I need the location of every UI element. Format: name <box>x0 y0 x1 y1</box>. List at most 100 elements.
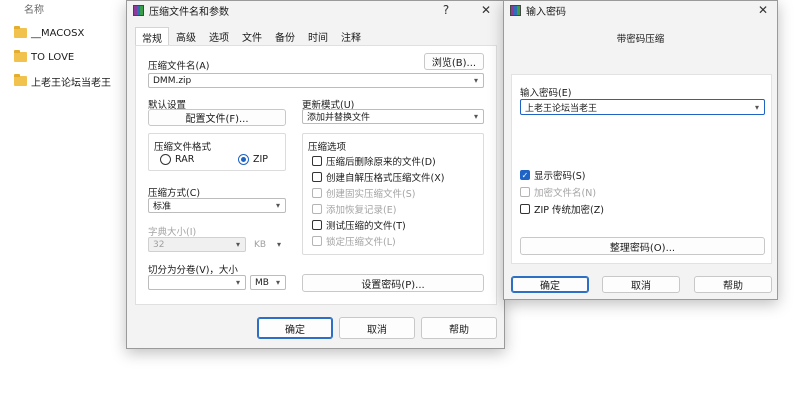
chevron-down-icon[interactable]: ▾ <box>231 278 245 287</box>
cancel-button[interactable]: 取消 <box>339 317 415 339</box>
name-column-header[interactable]: 名称 <box>24 1 44 16</box>
dialog-title: 输入密码 <box>526 6 566 18</box>
item-name: __MACOSX <box>31 27 85 39</box>
zip-legacy-checkbox[interactable]: ZIP 传统加密(Z) <box>520 202 604 216</box>
check-icon: ✓ <box>520 170 530 180</box>
split-label: 切分为分卷(V)，大小 <box>148 265 238 276</box>
ok-button[interactable]: 确定 <box>257 317 333 339</box>
option-label: 压缩后删除原来的文件(D) <box>326 157 436 168</box>
chevron-down-icon[interactable]: ▾ <box>469 76 483 85</box>
help-button[interactable]: 帮助 <box>694 276 772 293</box>
encrypt-names-label: 加密文件名(N) <box>534 188 597 199</box>
title-bar[interactable]: 压缩文件名和参数 ? ✕ <box>127 1 504 19</box>
help-button[interactable]: 帮助 <box>421 317 497 339</box>
format-rar-label: RAR <box>175 154 195 165</box>
winrar-icon <box>510 4 521 16</box>
list-item[interactable]: 上老王论坛当老王 <box>14 73 111 89</box>
option-delete-after[interactable]: 压缩后删除原来的文件(D) <box>312 154 436 168</box>
folder-icon <box>14 26 27 38</box>
enter-password-label: 输入密码(E) <box>520 88 572 99</box>
option-sfx[interactable]: 创建自解压格式压缩文件(X) <box>312 170 444 184</box>
chevron-down-icon[interactable]: ▾ <box>750 103 764 112</box>
chevron-down-icon[interactable]: ▾ <box>271 201 285 210</box>
checkbox-indicator <box>520 187 530 197</box>
checkbox-indicator <box>312 220 322 230</box>
split-unit-value: MB <box>255 277 269 288</box>
archive-name-value: DMM.zip <box>153 75 192 86</box>
show-password-checkbox[interactable]: ✓ 显示密码(S) <box>520 168 585 182</box>
chevron-down-icon[interactable]: ▾ <box>272 240 286 249</box>
archive-dialog: 压缩文件名和参数 ? ✕ 常规 高级 选项 文件 备份 时间 注释 压缩文件名(… <box>126 0 505 349</box>
list-item[interactable]: TO LOVE <box>14 49 74 65</box>
update-mode-select[interactable]: 添加并替换文件 ▾ <box>302 109 484 124</box>
checkbox-indicator <box>312 188 322 198</box>
password-value: 上老王论坛当老王 <box>525 103 598 114</box>
chevron-down-icon[interactable]: ▾ <box>271 278 285 287</box>
option-solid[interactable]: 创建固实压缩文件(S) <box>312 186 415 200</box>
split-unit-select[interactable]: MB ▾ <box>250 275 286 290</box>
cancel-button[interactable]: 取消 <box>602 276 680 293</box>
general-panel: 压缩文件名(A) 浏览(B)... DMM.zip ▾ 默认设置 配置文件(F)… <box>135 45 497 305</box>
password-input[interactable]: 上老王论坛当老王 ▾ <box>520 99 765 115</box>
tab-files[interactable]: 文件 <box>236 27 268 47</box>
dict-size-select[interactable]: 32 ▾ <box>148 237 246 252</box>
set-password-button[interactable]: 设置密码(P)... <box>302 274 484 292</box>
title-bar[interactable]: 输入密码 ✕ <box>504 1 777 19</box>
tab-options[interactable]: 选项 <box>203 27 235 47</box>
item-name: 上老王论坛当老王 <box>31 77 111 89</box>
option-label: 锁定压缩文件(L) <box>326 237 396 248</box>
option-recovery[interactable]: 添加恢复记录(E) <box>312 202 396 216</box>
checkbox-indicator <box>312 156 322 166</box>
close-icon[interactable]: ✕ <box>472 1 500 19</box>
update-mode-value: 添加并替换文件 <box>307 113 371 123</box>
method-value: 标准 <box>153 202 172 212</box>
tab-time[interactable]: 时间 <box>302 27 334 47</box>
encrypt-names-checkbox[interactable]: 加密文件名(N) <box>520 185 596 199</box>
tab-general[interactable]: 常规 <box>135 27 169 47</box>
list-item[interactable]: __MACOSX <box>14 25 84 41</box>
folder-icon <box>14 74 27 86</box>
profiles-button[interactable]: 配置文件(F)... <box>148 109 286 126</box>
dialog-footer: 确定 取消 帮助 <box>127 308 504 348</box>
option-label: 测试压缩的文件(T) <box>326 221 406 232</box>
password-panel: 输入密码(E) 上老王论坛当老王 ▾ ✓ 显示密码(S) 加密文件名(N) ZI… <box>511 74 772 264</box>
tab-advanced[interactable]: 高级 <box>170 27 202 47</box>
option-label: 创建固实压缩文件(S) <box>326 189 416 200</box>
browse-button[interactable]: 浏览(B)... <box>424 53 484 70</box>
dict-size-value: 32 <box>153 239 165 250</box>
option-test[interactable]: 测试压缩的文件(T) <box>312 218 406 232</box>
archive-name-label: 压缩文件名(A) <box>148 61 210 72</box>
format-zip-radio[interactable]: ZIP <box>238 154 268 165</box>
chevron-down-icon[interactable]: ▾ <box>231 240 245 249</box>
format-zip-label: ZIP <box>253 154 269 165</box>
show-password-label: 显示密码(S) <box>534 171 586 182</box>
dict-unit-select[interactable]: KB ▾ <box>250 237 286 252</box>
archive-name-input[interactable]: DMM.zip ▾ <box>148 73 484 88</box>
help-icon[interactable]: ? <box>432 1 460 19</box>
winrar-icon <box>133 4 144 16</box>
tab-strip: 常规 高级 选项 文件 备份 时间 注释 <box>135 27 368 47</box>
item-name: TO LOVE <box>31 51 75 63</box>
tab-comment[interactable]: 注释 <box>335 27 367 47</box>
folder-icon <box>14 50 27 62</box>
radio-indicator <box>238 154 249 165</box>
option-lock[interactable]: 锁定压缩文件(L) <box>312 234 396 248</box>
ok-button[interactable]: 确定 <box>511 276 589 293</box>
method-select[interactable]: 标准 ▾ <box>148 198 286 213</box>
chevron-down-icon[interactable]: ▾ <box>469 112 483 121</box>
split-size-input[interactable]: ▾ <box>148 275 246 290</box>
option-label: 创建自解压格式压缩文件(X) <box>326 173 445 184</box>
dialog-title: 压缩文件名和参数 <box>149 6 229 18</box>
close-icon[interactable]: ✕ <box>749 1 777 19</box>
checkbox-indicator <box>520 204 530 214</box>
tab-backup[interactable]: 备份 <box>269 27 301 47</box>
format-rar-radio[interactable]: RAR <box>160 154 194 165</box>
radio-indicator <box>160 154 171 165</box>
organize-passwords-button[interactable]: 整理密码(O)... <box>520 237 765 255</box>
checkbox-indicator <box>312 236 322 246</box>
options-group-label: 压缩选项 <box>308 142 347 153</box>
zip-legacy-label: ZIP 传统加密(Z) <box>534 205 604 216</box>
dialog-heading: 带密码压缩 <box>616 34 665 45</box>
format-group-label: 压缩文件格式 <box>154 142 212 153</box>
dict-size-label: 字典大小(I) <box>148 227 197 238</box>
